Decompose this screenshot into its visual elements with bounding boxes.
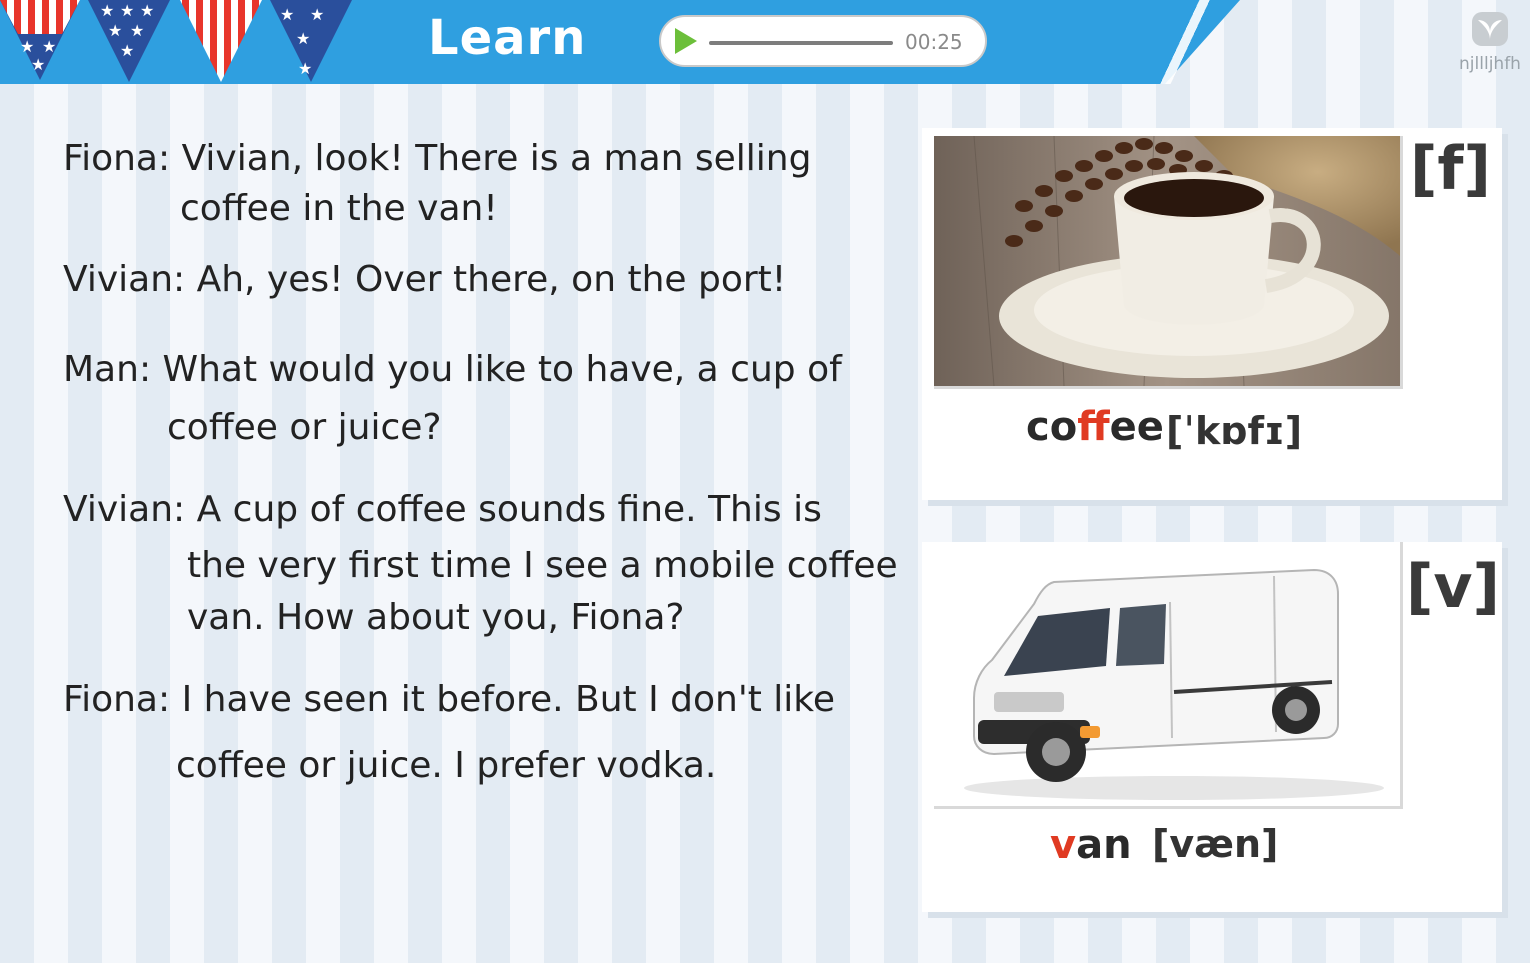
dialogue-line: Vivian: Ah, yes! Over there, on the port… — [63, 259, 787, 300]
word-part: co — [1026, 404, 1078, 450]
svg-text:★: ★ — [280, 5, 294, 24]
dialogue-line: van. How about you, Fiona? — [187, 597, 685, 638]
word-part: ee — [1109, 404, 1164, 450]
svg-text:★: ★ — [100, 1, 114, 20]
vocab-card-coffee[interactable]: [f] coffee [ˈkɒfɪ] — [922, 128, 1502, 500]
brand-logo: njllljhfh — [1454, 10, 1526, 80]
sound-label: [f] — [1410, 134, 1491, 204]
audio-player[interactable]: 00:25 — [659, 15, 987, 67]
vocab-word[interactable]: coffee — [1026, 404, 1164, 450]
sound-label: [v] — [1406, 552, 1500, 622]
word-highlight: v — [1050, 822, 1077, 868]
phonetic: [væn] — [1152, 822, 1279, 866]
audio-progress-bar[interactable] — [709, 41, 893, 45]
vocab-word[interactable]: van — [1050, 822, 1132, 868]
logo-text: njllljhfh — [1459, 54, 1521, 74]
svg-text:★: ★ — [120, 41, 134, 60]
word-part: an — [1076, 822, 1132, 868]
audio-time: 00:25 — [905, 30, 963, 54]
flag-bunting: ★ ★★ ★ ★ ★ ★ ★★ ★ ★★ ★ — [0, 0, 352, 82]
dialogue-line: Fiona: I have seen it before. But I don'… — [63, 679, 836, 720]
dialogue-line: coffee or juice. I prefer vodka. — [176, 745, 717, 786]
svg-text:★: ★ — [296, 29, 310, 48]
van-icon — [934, 542, 1400, 806]
dialogue-line: Vivian: A cup of coffee sounds fine. Thi… — [63, 489, 822, 530]
page-title: Learn — [428, 10, 587, 66]
dialogue-line: Fiona: Vivian, look! There is a man sell… — [63, 138, 812, 179]
header-decor-stripe — [1140, 0, 1230, 84]
van-photo — [934, 542, 1403, 809]
dialogue-line: Man: What would you like to have, a cup … — [63, 349, 842, 390]
coffee-photo — [934, 136, 1403, 389]
phonetic: [ˈkɒfɪ] — [1166, 409, 1303, 453]
svg-text:★: ★ — [31, 55, 45, 74]
dialogue-line: the very first time I see a mobile coffe… — [187, 545, 898, 586]
svg-text:★: ★ — [108, 21, 122, 40]
svg-text:★: ★ — [120, 1, 134, 20]
svg-text:★: ★ — [140, 1, 154, 20]
coffee-cup-icon — [934, 136, 1400, 386]
svg-text:★: ★ — [310, 5, 324, 24]
dialogue-line: coffee in the van! — [180, 188, 498, 229]
svg-text:★: ★ — [42, 37, 56, 56]
play-icon[interactable] — [675, 28, 697, 54]
leaf-logo-icon — [1472, 12, 1508, 46]
word-highlight: ff — [1077, 404, 1110, 450]
svg-text:★: ★ — [20, 37, 34, 56]
svg-text:★: ★ — [130, 21, 144, 40]
svg-text:★: ★ — [298, 59, 312, 78]
vocab-card-van[interactable]: [v] van [væn] — [922, 542, 1502, 912]
dialogue-line: coffee or juice? — [167, 407, 442, 448]
